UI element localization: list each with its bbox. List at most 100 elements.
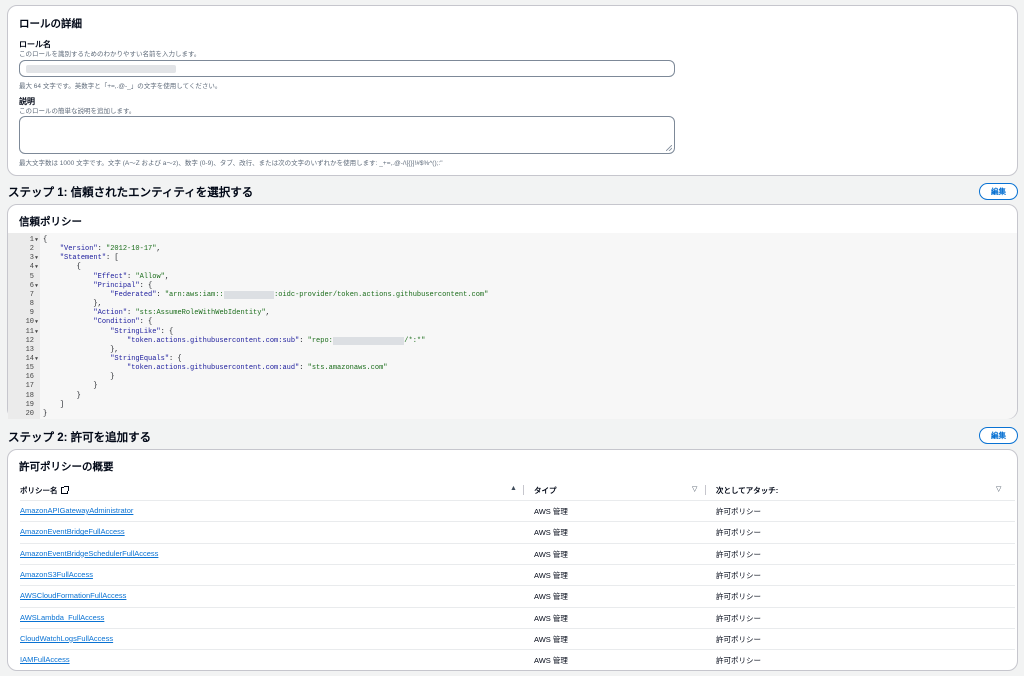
- code-punctuation: [43, 328, 110, 336]
- policy-name-link[interactable]: IAMFullAccess: [20, 655, 70, 664]
- line-number: 11: [25, 327, 34, 336]
- column-divider: [523, 485, 524, 495]
- column-header-attached-as[interactable]: 次としてアタッチ:: [716, 485, 778, 496]
- code-punctuation: {: [43, 236, 48, 244]
- policy-type: AWS 管理: [534, 507, 568, 516]
- policy-attached-as: 許可ポリシー: [716, 592, 761, 602]
- code-text: "Principal": {: [43, 282, 152, 291]
- code-punctuation: }: [110, 373, 115, 382]
- code-punctuation: [43, 254, 60, 262]
- redacted-value: [332, 336, 405, 345]
- code-punctuation: ,: [164, 272, 170, 281]
- line-number: 4: [29, 263, 34, 272]
- policy-type: AWS 管理: [534, 613, 568, 623]
- table-row: AmazonEventBridgeSchedulerFullAccess AWS …: [20, 542, 1015, 564]
- line-number: 14: [25, 354, 34, 363]
- fold-toggle-icon[interactable]: ▼: [35, 328, 38, 337]
- code-punctuation: [43, 392, 77, 400]
- code-punctuation: :: [299, 364, 308, 373]
- policy-name-link[interactable]: AmazonS3FullAccess: [20, 570, 93, 579]
- code-text: }: [43, 382, 98, 391]
- table-row: CloudWatchLogsFullAccess AWS 管理 許可ポリシー: [20, 627, 1015, 649]
- sort-ascending-icon[interactable]: ▲: [510, 485, 517, 492]
- code-punctuation: [43, 282, 93, 290]
- code-punctuation: [43, 309, 93, 317]
- role-name-input[interactable]: [19, 60, 675, 77]
- code-text: "StringLike": {: [43, 328, 173, 337]
- fold-toggle-icon[interactable]: ▼: [35, 355, 38, 364]
- code-punctuation: }: [93, 382, 98, 391]
- code-punctuation: }: [76, 391, 81, 400]
- line-number: 1: [29, 236, 34, 244]
- code-text: "Action": "sts:AssumeRoleWithWebIdentity…: [43, 309, 270, 318]
- code-text: "Version": "2012-10-17",: [43, 245, 161, 254]
- line-number: 10: [25, 318, 34, 327]
- code-punctuation: },: [110, 345, 119, 354]
- code-text: "token.actions.githubusercontent.com:aud…: [43, 364, 387, 373]
- role-details-card: ロールの詳細 ロール名 このロールを識別するためのわかりやすい名前を入力します。…: [7, 5, 1018, 176]
- line-number: 6: [29, 281, 34, 290]
- policy-name-link[interactable]: AmazonAPIGatewayAdministrator: [20, 506, 133, 515]
- json-key: "token.actions.githubusercontent.com:sub…: [127, 336, 300, 345]
- policy-type: AWS 管理: [534, 570, 568, 580]
- sort-attached-icon[interactable]: ▽: [996, 485, 1001, 493]
- code-text: "Effect": "Allow",: [43, 273, 169, 282]
- fold-toggle-icon[interactable]: ▼: [35, 254, 38, 263]
- code-text: "token.actions.githubusercontent.com:sub…: [43, 336, 426, 346]
- column-header-policy-name[interactable]: ポリシー名: [20, 485, 69, 496]
- policy-type: AWS 管理: [534, 634, 568, 644]
- step1-edit-button[interactable]: 編集: [979, 183, 1018, 200]
- table-row: AWSLambda_FullAccess AWS 管理 許可ポリシー: [20, 606, 1015, 628]
- line-number: 5: [29, 272, 34, 281]
- code-text: },: [43, 300, 101, 309]
- fold-toggle-icon[interactable]: ▼: [35, 263, 38, 272]
- fold-toggle-icon[interactable]: ▼: [35, 236, 38, 245]
- code-punctuation: [43, 337, 127, 345]
- policy-type: AWS 管理: [534, 528, 568, 538]
- policy-name-link[interactable]: AmazonEventBridgeFullAccess: [20, 527, 125, 536]
- policy-type: AWS 管理: [534, 656, 568, 666]
- line-number: 20: [25, 409, 34, 418]
- table-row: AmazonAPIGatewayAdministrator AWS 管理 許可ポリシ…: [20, 500, 1015, 521]
- code-punctuation: [43, 373, 110, 381]
- code-punctuation: : [: [106, 254, 119, 263]
- json-key: "Principal": [93, 281, 140, 290]
- policy-name-link[interactable]: AmazonEventBridgeSchedulerFullAccess: [20, 549, 158, 558]
- column-header-policy-name-label: ポリシー名: [20, 486, 58, 495]
- policy-attached-as: 許可ポリシー: [716, 528, 761, 538]
- policy-name-link[interactable]: CloudWatchLogsFullAccess: [20, 634, 113, 643]
- line-number: 15: [25, 364, 34, 373]
- policy-name-link[interactable]: AWSCloudFormationFullAccess: [20, 591, 126, 600]
- description-textarea[interactable]: [19, 116, 675, 154]
- policy-type: AWS 管理: [534, 549, 568, 559]
- code-text: }: [43, 392, 81, 401]
- policy-attached-as: 許可ポリシー: [716, 570, 761, 580]
- code-punctuation: [43, 273, 93, 281]
- resize-handle-icon[interactable]: [666, 145, 672, 151]
- code-text: {: [43, 263, 81, 272]
- json-key: "StringEquals": [110, 354, 170, 363]
- column-header-type[interactable]: タイプ: [534, 485, 557, 496]
- json-key: "Effect": [93, 272, 128, 281]
- json-string: "2012-10-17": [106, 245, 157, 254]
- sort-type-icon[interactable]: ▽: [692, 485, 697, 493]
- fold-toggle-icon[interactable]: ▼: [35, 282, 38, 291]
- code-punctuation: ,: [265, 309, 270, 318]
- table-header: ポリシー名 ▲ タイプ ▽ 次としてアタッチ: ▽: [8, 480, 1019, 500]
- json-string: /*:*": [404, 336, 426, 345]
- fold-toggle-icon[interactable]: ▼: [35, 318, 38, 327]
- trust-policy-code-editor[interactable]: 1 ▼{2 "Version": "2012-10-17", 3 ▼ "Stateme…: [8, 233, 1017, 419]
- step2-edit-button[interactable]: 編集: [979, 427, 1018, 444]
- json-string: "Allow": [135, 272, 165, 281]
- code-text: "Federated": "arn:aws:iam:: :oidc-provid…: [43, 290, 488, 300]
- permissions-summary-title: 許可ポリシーの概要: [19, 461, 114, 473]
- role-name-description: このロールを識別するためのわかりやすい名前を入力します。: [19, 51, 201, 58]
- policy-attached-as: 許可ポリシー: [716, 656, 761, 666]
- trust-policy-title: 信頼ポリシー: [19, 216, 82, 228]
- redacted-value: [223, 290, 275, 299]
- policy-name-link[interactable]: AWSLambda_FullAccess: [20, 613, 104, 622]
- code-punctuation: ]: [59, 400, 65, 409]
- table-row: AmazonEventBridgeFullAccess AWS 管理 許可ポリシー: [20, 521, 1015, 542]
- line-number: 19: [25, 400, 34, 409]
- table-row: IAMFullAccess AWS 管理 許可ポリシー: [20, 649, 1015, 670]
